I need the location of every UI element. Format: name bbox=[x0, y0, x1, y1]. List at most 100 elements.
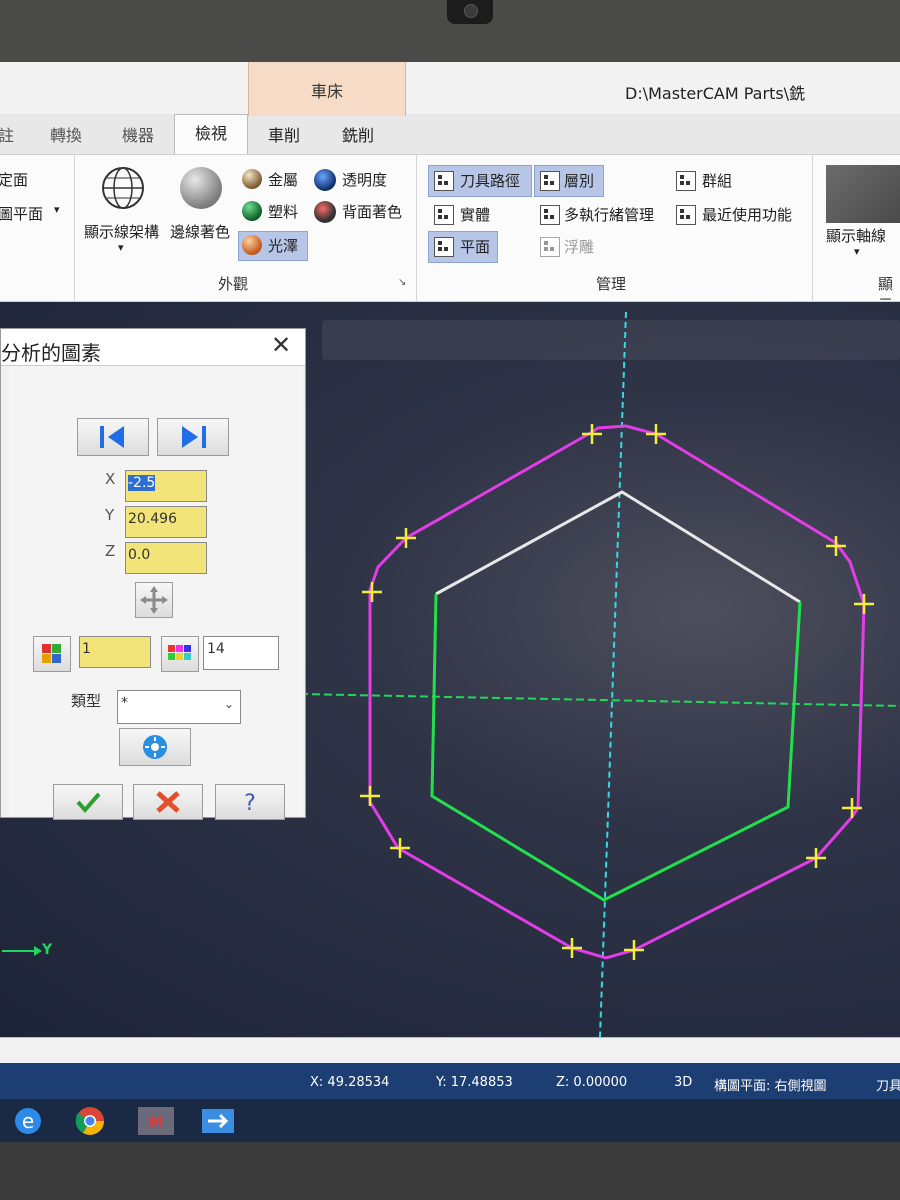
metal-button[interactable]: 金屬 bbox=[268, 169, 298, 190]
manage-group-label: 管理 bbox=[596, 275, 627, 293]
chevron-down-icon[interactable]: ▾ bbox=[54, 203, 60, 216]
help-button[interactable]: ? bbox=[215, 784, 285, 820]
laptop-bezel-bottom bbox=[0, 1142, 900, 1200]
solids-icon[interactable] bbox=[434, 205, 454, 225]
shaded-button-label[interactable]: 邊線著色 bbox=[170, 221, 230, 242]
ribbon-tabs: 註 轉換 機器 檢視 車削 銑削 bbox=[0, 114, 900, 155]
relief-button[interactable]: 浮雕 bbox=[564, 236, 594, 257]
relief-icon[interactable] bbox=[540, 237, 560, 257]
screen: 車床 D:\MasterCAM Parts\銑 註 轉換 機器 檢視 車削 銑削… bbox=[0, 62, 900, 1142]
mastercam-icon[interactable]: M bbox=[134, 1103, 178, 1139]
chevron-down-icon[interactable]: ▾ bbox=[854, 245, 860, 258]
remote-desktop-icon[interactable] bbox=[196, 1103, 240, 1139]
wireframe-button-label[interactable]: 顯示線架構 bbox=[84, 221, 159, 242]
svg-text:e: e bbox=[22, 1109, 34, 1133]
toolpaths-button[interactable]: 刀具路徑 bbox=[460, 170, 520, 191]
wireframe-globe-icon[interactable] bbox=[100, 165, 146, 211]
plastic-icon[interactable] bbox=[242, 201, 262, 221]
multithread-button[interactable]: 多執行緒管理 bbox=[564, 204, 654, 225]
gloss-button[interactable]: 光澤 bbox=[268, 235, 298, 256]
z-field[interactable]: 0.0 bbox=[125, 542, 207, 574]
laptop-bezel-top bbox=[0, 0, 900, 62]
ribbon-left-item-1[interactable]: 定面 bbox=[0, 169, 28, 190]
status-construction-plane[interactable]: 構圖平面: 右側視圖 bbox=[714, 1075, 827, 1094]
levels-icon[interactable] bbox=[540, 171, 560, 191]
ribbon-separator bbox=[416, 155, 417, 301]
levels-button[interactable]: 層別 bbox=[564, 170, 594, 191]
groups-button[interactable]: 群組 bbox=[702, 170, 732, 191]
svg-text:?: ? bbox=[244, 791, 256, 816]
cancel-button[interactable] bbox=[133, 784, 203, 820]
options-button[interactable] bbox=[119, 728, 191, 766]
next-entity-button[interactable] bbox=[157, 418, 229, 456]
solids-button[interactable]: 實體 bbox=[460, 204, 490, 225]
previous-entity-button[interactable] bbox=[77, 418, 149, 456]
metal-icon[interactable] bbox=[242, 169, 262, 189]
type-value: * bbox=[121, 695, 128, 711]
multithread-icon[interactable] bbox=[540, 205, 560, 225]
tab-annotation[interactable]: 註 bbox=[0, 122, 14, 146]
status-tool-plane[interactable]: 刀具 bbox=[876, 1075, 900, 1094]
toolpaths-icon[interactable] bbox=[434, 171, 454, 191]
y-field[interactable]: 20.496 bbox=[125, 506, 207, 538]
y-label: Y bbox=[105, 506, 115, 524]
transparency-icon[interactable] bbox=[314, 169, 336, 191]
tab-milling[interactable]: 銑削 bbox=[342, 122, 374, 146]
backface-button[interactable]: 背面著色 bbox=[342, 201, 402, 222]
move-icon[interactable] bbox=[135, 582, 173, 618]
z-label: Z bbox=[105, 542, 116, 560]
webcam-lens bbox=[464, 4, 478, 18]
planes-icon[interactable] bbox=[434, 237, 454, 257]
tab-transform[interactable]: 轉換 bbox=[50, 122, 82, 146]
context-group-label: 車床 bbox=[310, 82, 343, 101]
display-axis-icon[interactable] bbox=[826, 165, 900, 223]
status-bar: X: 49.28534 Y: 17.48853 Z: 0.00000 3D 構圖… bbox=[0, 1063, 900, 1099]
x-field[interactable]: -2.5 bbox=[125, 470, 207, 502]
chevron-down-icon[interactable]: ▾ bbox=[118, 241, 124, 254]
y-axis-arrow bbox=[34, 946, 42, 956]
offset-profile[interactable] bbox=[368, 424, 866, 960]
checkmark-icon bbox=[76, 792, 101, 814]
next-arrow-icon bbox=[182, 426, 206, 448]
previous-arrow-icon bbox=[100, 426, 124, 448]
ribbon-separator bbox=[812, 155, 813, 301]
internet-explorer-icon[interactable]: e bbox=[6, 1103, 50, 1139]
display-axis-button[interactable]: 顯示軸線 bbox=[826, 225, 886, 246]
recent-functions-icon[interactable] bbox=[676, 205, 696, 225]
ribbon-left-item-2[interactable]: 圖平面 bbox=[0, 203, 43, 224]
tab-machine[interactable]: 機器 bbox=[122, 122, 154, 146]
groups-icon[interactable] bbox=[676, 171, 696, 191]
ribbon-panel: 定面 圖平面 ▾ 顯示線架構 ▾ 邊線著色 金屬 塑料 光澤 透明度 背面著色 … bbox=[0, 154, 900, 314]
tab-turning[interactable]: 車削 bbox=[268, 122, 300, 146]
ok-button[interactable] bbox=[53, 784, 123, 820]
color-field[interactable]: 14 bbox=[203, 636, 279, 670]
appearance-group-label: 外觀 bbox=[218, 275, 249, 293]
vertical-axis-line bbox=[599, 311, 627, 1037]
backface-icon[interactable] bbox=[314, 201, 336, 223]
dialog-title-bar: 分析的圖素 ✕ bbox=[1, 329, 305, 366]
ribbon-separator bbox=[74, 155, 75, 301]
dialog-title: 分析的圖素 bbox=[1, 341, 101, 365]
planes-button[interactable]: 平面 bbox=[460, 236, 490, 257]
chevron-down-icon[interactable]: ⌄ bbox=[224, 697, 234, 711]
close-icon[interactable]: ✕ bbox=[271, 331, 291, 359]
transparency-button[interactable]: 透明度 bbox=[342, 169, 387, 190]
hexagon-bottom-edges[interactable] bbox=[430, 593, 802, 902]
level-grid-icon bbox=[42, 644, 61, 663]
level-field[interactable]: 1 bbox=[79, 636, 151, 668]
analyze-entity-dialog: 分析的圖素 ✕ X -2.5 Y 20.496 Z 0.0 1 14 類型 * … bbox=[0, 328, 306, 820]
status-x-coord: X: 49.28534 bbox=[310, 1075, 390, 1090]
plastic-button[interactable]: 塑料 bbox=[268, 201, 298, 222]
color-button[interactable] bbox=[161, 636, 199, 672]
chrome-icon[interactable] bbox=[68, 1103, 112, 1139]
recent-functions-button[interactable]: 最近使用功能 bbox=[702, 204, 792, 225]
move-cross-icon bbox=[140, 586, 168, 614]
gloss-icon[interactable] bbox=[242, 235, 262, 255]
tab-view[interactable]: 檢視 bbox=[174, 114, 249, 155]
level-button[interactable] bbox=[33, 636, 71, 672]
type-select[interactable]: * ⌄ bbox=[117, 690, 241, 724]
dialog-launcher-icon[interactable]: ↘ bbox=[398, 277, 406, 288]
webcam bbox=[447, 0, 493, 24]
status-mode[interactable]: 3D bbox=[674, 1075, 692, 1090]
shaded-sphere-icon[interactable] bbox=[180, 167, 222, 209]
